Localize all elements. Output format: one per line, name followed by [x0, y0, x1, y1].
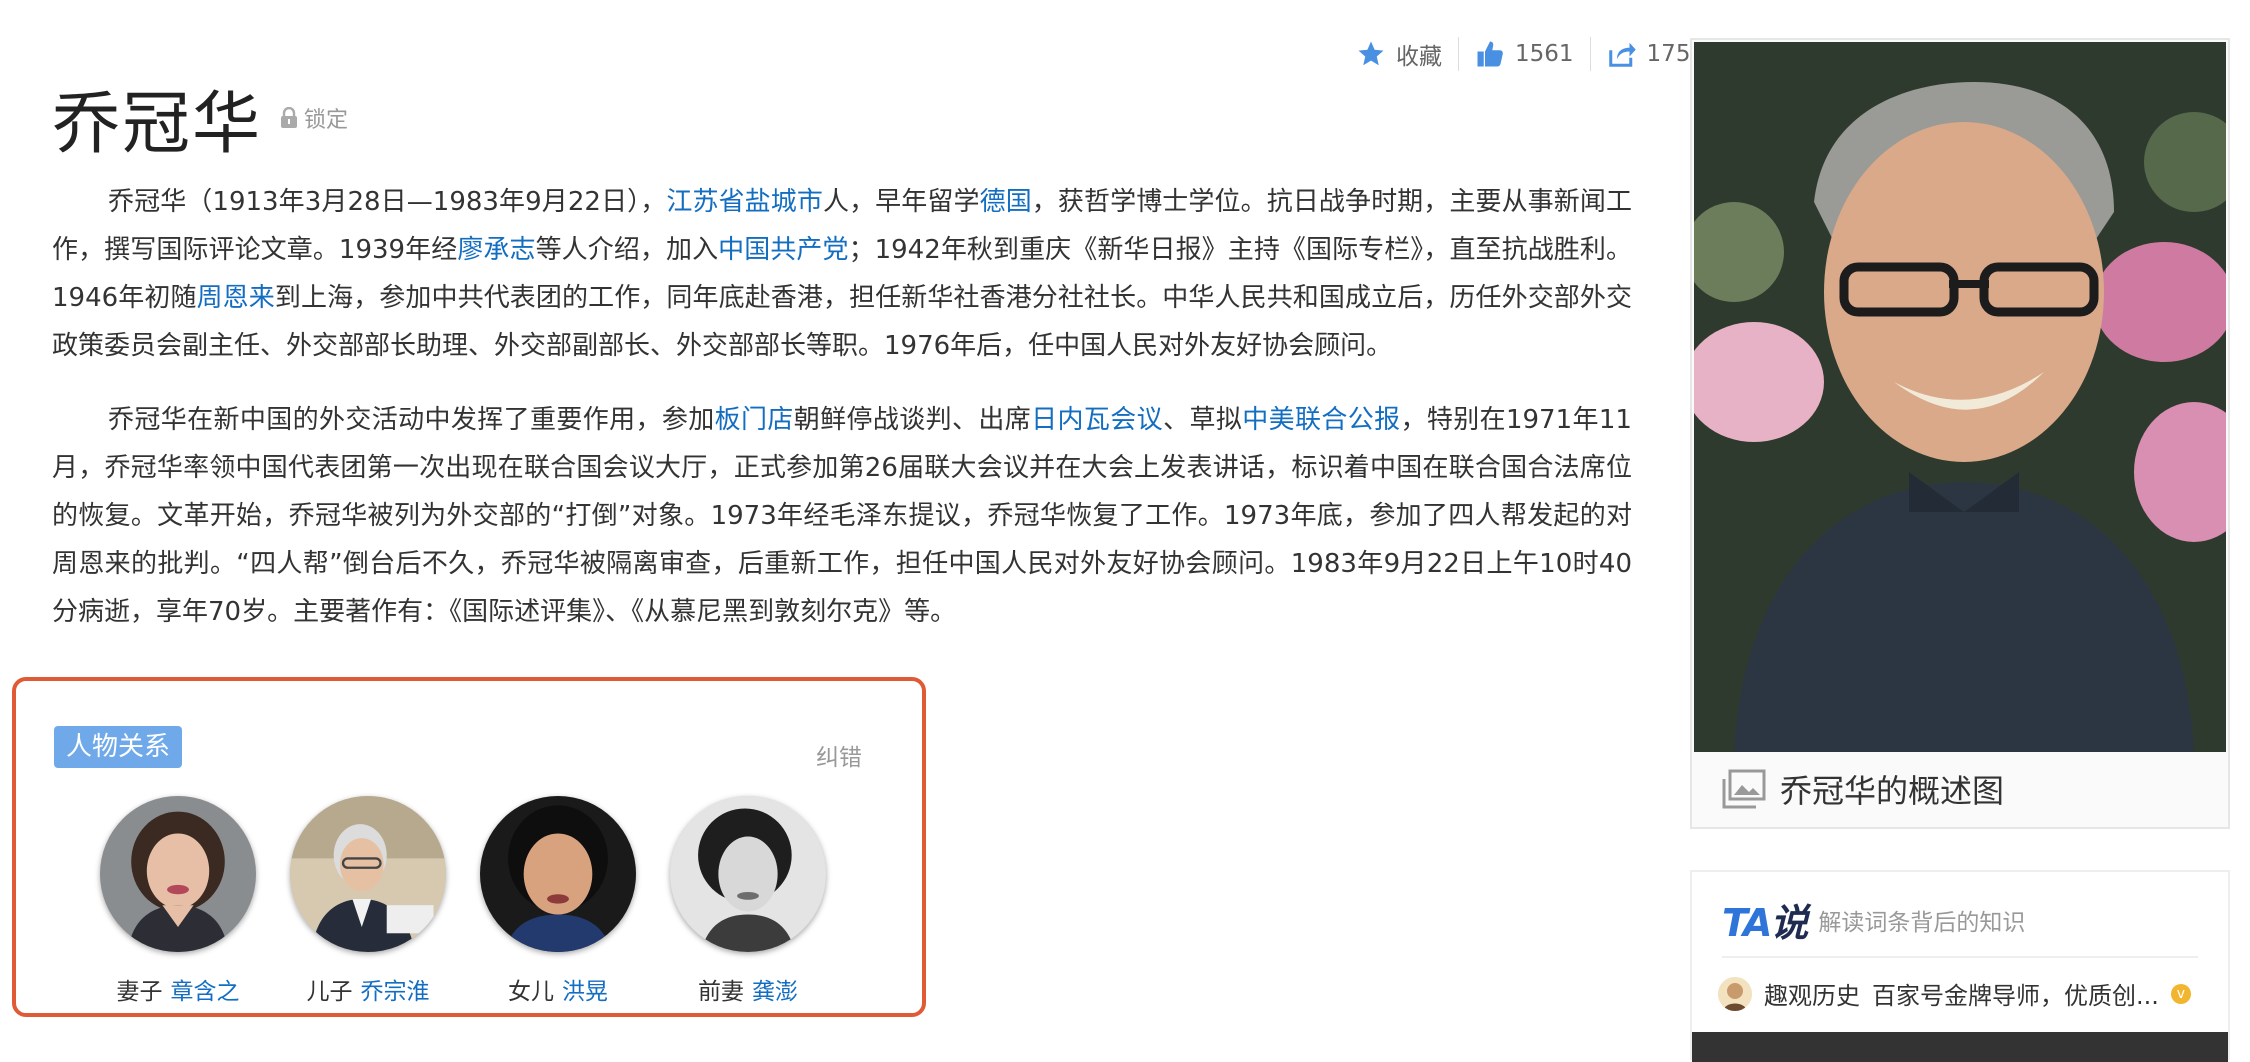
person-label: 妻子 章含之 — [117, 972, 240, 1006]
person-label: 儿子 乔宗淮 — [307, 972, 430, 1006]
person-label: 女儿 洪晃 — [508, 972, 608, 1006]
entry-actions: 收藏 1561 175 — [1340, 36, 1706, 72]
summary-text: 到上海，参加中共代表团的工作，同年底赴香港，担任新华社香港分社社长。中华人民共和… — [52, 283, 1632, 361]
relation-type: 女儿 — [508, 979, 554, 1005]
summary-text: 等人介绍，加入 — [535, 235, 719, 265]
overview-image[interactable] — [1694, 42, 2226, 752]
author-name[interactable]: 趣观历史 — [1764, 976, 1860, 1011]
summary: 乔冠华（1913年3月28日—1983年9月22日），江苏省盐城市人，早年留学德… — [52, 178, 1632, 662]
person-name[interactable]: 龚澎 — [752, 979, 798, 1005]
entry-link[interactable]: 周恩来 — [197, 283, 275, 313]
avatar[interactable] — [290, 796, 446, 952]
summary-paragraph: 乔冠华（1913年3月28日—1983年9月22日），江苏省盐城市人，早年留学德… — [52, 178, 1632, 370]
author-desc: 百家号金牌导师，优质创... — [1872, 982, 2159, 1010]
author-avatar-photo — [1718, 976, 1752, 1011]
verified-badge-icon: v — [2170, 983, 2191, 1004]
portrait-photo — [1694, 42, 2226, 752]
relations-panel: 人物关系 纠错 妻子 章含之 儿子 乔宗淮 女儿 洪晃 前妻 龚澎 — [12, 677, 926, 1017]
entry-link[interactable]: 廖承志 — [457, 235, 535, 265]
ta-logo-shuo: 说 — [1770, 901, 1808, 945]
overview-caption-text: 乔冠华的概述图 — [1780, 772, 2005, 810]
entry-link[interactable]: 中国共产党 — [718, 235, 848, 265]
person-card[interactable]: 前妻 龚澎 — [670, 796, 826, 1006]
relation-type: 儿子 — [306, 979, 353, 1005]
entry-link[interactable]: 德国 — [980, 187, 1032, 217]
lock-label: 锁定 — [304, 108, 349, 133]
collect-label: 收藏 — [1396, 44, 1442, 70]
relation-type: 妻子 — [116, 979, 163, 1005]
summary-text: 乔冠华（1913年3月28日—1983年9月22日）， — [108, 187, 667, 217]
share-icon — [1608, 42, 1636, 67]
image-gallery-icon — [1722, 769, 1766, 809]
person-card[interactable]: 女儿 洪晃 — [480, 796, 636, 1006]
relation-type: 前妻 — [698, 979, 744, 1005]
like-button[interactable]: 1561 — [1459, 39, 1590, 69]
avatar-photo — [480, 796, 636, 952]
summary-text: 朝鲜停战谈判、出席 — [793, 405, 1032, 435]
author-avatar[interactable] — [1718, 976, 1752, 1011]
page-title: 乔冠华 — [52, 85, 263, 164]
person-name[interactable]: 乔宗淮 — [361, 979, 430, 1005]
collect-button[interactable]: 收藏 — [1340, 37, 1458, 71]
person-name[interactable]: 章含之 — [171, 979, 240, 1005]
like-count: 1561 — [1515, 41, 1574, 67]
avatar-photo — [100, 796, 256, 952]
star-icon — [1358, 41, 1384, 66]
entry-link[interactable]: 中美联合公报 — [1242, 405, 1400, 435]
ta-article-item[interactable]: 趣观历史 百家号金牌导师，优质创... v — [1718, 976, 2191, 1011]
entry-link[interactable]: 日内瓦会议 — [1031, 405, 1163, 435]
summary-text: 乔冠华在新中国的外交活动中发挥了重要作用，参加 — [108, 405, 715, 435]
summary-paragraph: 乔冠华在新中国的外交活动中发挥了重要作用，参加板门店朝鲜停战谈判、出席日内瓦会议… — [52, 396, 1632, 636]
avatar-photo — [670, 796, 826, 952]
person-name[interactable]: 洪晃 — [562, 979, 608, 1005]
divider — [1722, 956, 2198, 958]
overview-caption: 乔冠华的概述图 — [1722, 766, 2004, 812]
person-card[interactable]: 儿子 乔宗淮 — [290, 796, 446, 1006]
lock-status: 锁定 — [280, 102, 348, 134]
relations-list: 妻子 章含之 儿子 乔宗淮 女儿 洪晃 前妻 龚澎 — [100, 796, 826, 1006]
ta-cover-strip — [1692, 1032, 2228, 1062]
ta-header: TA说 解读词条背后的知识 — [1722, 892, 2025, 947]
summary-text: 、草拟 — [1163, 405, 1243, 435]
ta-logo-ta: TA — [1722, 901, 1772, 945]
entry-link[interactable]: 板门店 — [715, 405, 794, 435]
avatar[interactable] — [480, 796, 636, 952]
ta-logo: TA说 — [1722, 892, 1808, 947]
summary-text: 人，早年留学 — [822, 187, 980, 217]
relations-tag: 人物关系 — [54, 726, 183, 768]
person-card[interactable]: 妻子 章含之 — [100, 796, 256, 1006]
correct-button[interactable]: 纠错 — [816, 738, 862, 772]
entry-link[interactable]: 江苏省盐城市 — [666, 187, 823, 217]
thumbs-up-icon — [1477, 41, 1503, 67]
overview-image-card[interactable]: 乔冠华的概述图 — [1690, 38, 2230, 829]
person-label: 前妻 龚澎 — [698, 972, 798, 1006]
avatar[interactable] — [670, 796, 826, 952]
avatar-photo — [290, 796, 446, 952]
ta-subtitle: 解读词条背后的知识 — [1818, 909, 2026, 936]
summary-text: ，特别在1971年11月，乔冠华率领中国代表团第一次出现在联合国会议大厅，正式参… — [52, 405, 1632, 627]
share-count: 175 — [1646, 41, 1691, 67]
lock-icon — [281, 107, 297, 128]
avatar[interactable] — [100, 796, 256, 952]
ta-card: TA说 解读词条背后的知识 趣观历史 百家号金牌导师，优质创... v — [1690, 870, 2230, 1062]
